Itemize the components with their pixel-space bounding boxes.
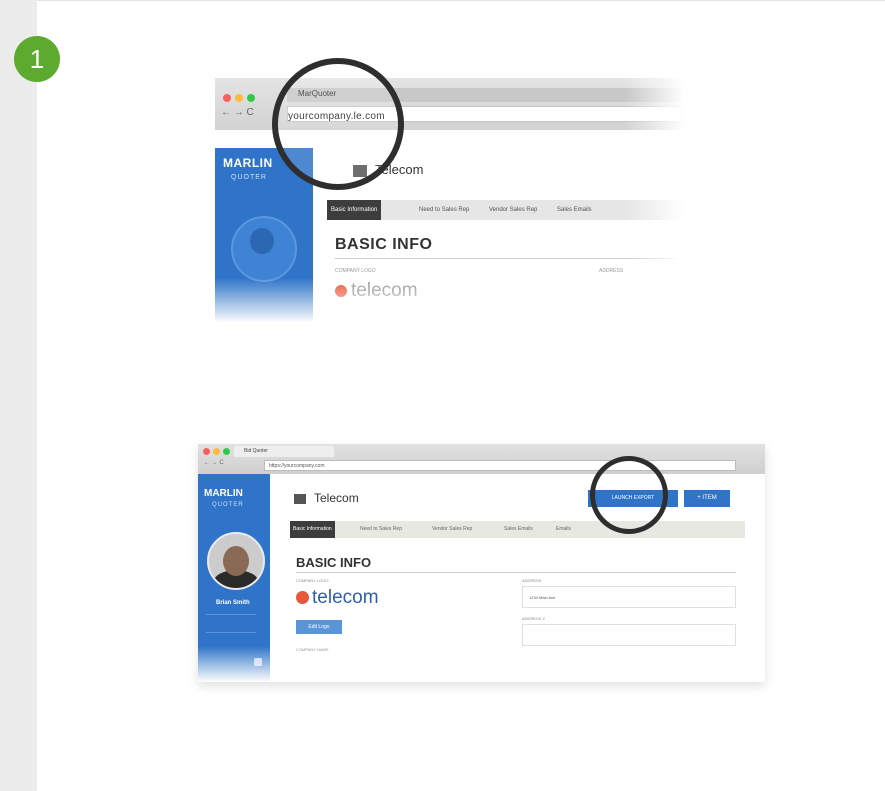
fade-overlay-bottom — [198, 646, 765, 682]
heading-divider — [335, 258, 675, 259]
address-label: ADDRESS — [522, 578, 542, 583]
tab-basic-information[interactable]: Basic Information — [290, 521, 335, 538]
briefcase-icon — [294, 494, 306, 504]
company-name: Telecom — [314, 491, 359, 505]
browser-tab[interactable]: Bid Quoter — [234, 446, 334, 457]
marlin-logo: MARLIN — [223, 156, 273, 170]
telecom-logo-text: telecom — [312, 587, 379, 608]
heading-divider — [296, 572, 736, 573]
user-name: Brian Smith — [216, 600, 250, 606]
tab-basic-information[interactable]: Basic Information — [327, 200, 382, 220]
address-label: ADDRESS — [599, 268, 624, 274]
section-heading: BASIC INFO — [296, 555, 372, 570]
minimize-window-icon[interactable] — [235, 94, 243, 102]
address2-label: ADDRESS 2 — [522, 616, 545, 621]
tab-bar: Basic Information Need to Sales Rep Vend… — [290, 521, 745, 538]
tab-vendor-sales-rep[interactable]: Vendor Sales Rep — [432, 521, 472, 538]
browser-toolbar: Bid Quoter ← → C https://yourcompany.com — [198, 444, 765, 474]
sidebar-divider — [206, 614, 256, 615]
close-window-icon[interactable] — [223, 94, 231, 102]
sidebar-divider — [206, 632, 256, 633]
company-logo-label: COMPANY LOGO — [335, 268, 376, 274]
maximize-window-icon[interactable] — [247, 94, 255, 102]
address-field[interactable]: 1234 Main Ave — [522, 586, 736, 608]
address-bar[interactable]: https://yourcompany.com — [264, 460, 736, 471]
tab-emails[interactable]: Emails — [556, 521, 571, 538]
magnifier-circle — [590, 456, 668, 534]
quoter-sublogo: QUOTER — [231, 174, 267, 181]
add-item-button[interactable]: + ITEM — [684, 490, 730, 507]
marlin-logo: MARLIN — [204, 488, 243, 499]
avatar-placeholder-icon — [250, 228, 274, 254]
edit-logo-button[interactable]: Edit Logo — [296, 620, 342, 634]
browser-nav-icons[interactable]: ← → C — [221, 107, 254, 118]
avatar — [207, 532, 265, 590]
telecom-logo-icon — [296, 591, 309, 604]
section-heading: BASIC INFO — [335, 236, 433, 253]
fade-overlay-bottom — [215, 278, 685, 323]
magnifier-circle — [272, 58, 404, 190]
telecom-logo: telecom — [296, 587, 379, 609]
address2-field[interactable] — [522, 624, 736, 646]
minimize-window-icon[interactable] — [213, 448, 220, 455]
step-number-badge: 1 — [14, 36, 60, 82]
company-logo-label: COMPANY LOGO — [296, 578, 329, 583]
screenshot-app-page: Bid Quoter ← → C https://yourcompany.com… — [198, 444, 765, 682]
tab-sales-emails[interactable]: Sales Emails — [553, 200, 596, 220]
avatar-face — [223, 546, 249, 576]
left-margin-strip — [0, 0, 37, 791]
close-window-icon[interactable] — [203, 448, 210, 455]
tab-sales-emails[interactable]: Sales Emails — [504, 521, 533, 538]
tab-vendor-sales-rep[interactable]: Vendor Sales Rep — [485, 200, 541, 220]
quoter-sublogo: QUOTER — [212, 502, 244, 508]
top-divider — [37, 0, 885, 1]
tab-need-to-sales-rep[interactable]: Need to Sales Rep — [360, 521, 402, 538]
tab-need-to-sales-rep[interactable]: Need to Sales Rep — [415, 200, 473, 220]
maximize-window-icon[interactable] — [223, 448, 230, 455]
browser-nav-icons[interactable]: ← → C — [204, 460, 224, 466]
